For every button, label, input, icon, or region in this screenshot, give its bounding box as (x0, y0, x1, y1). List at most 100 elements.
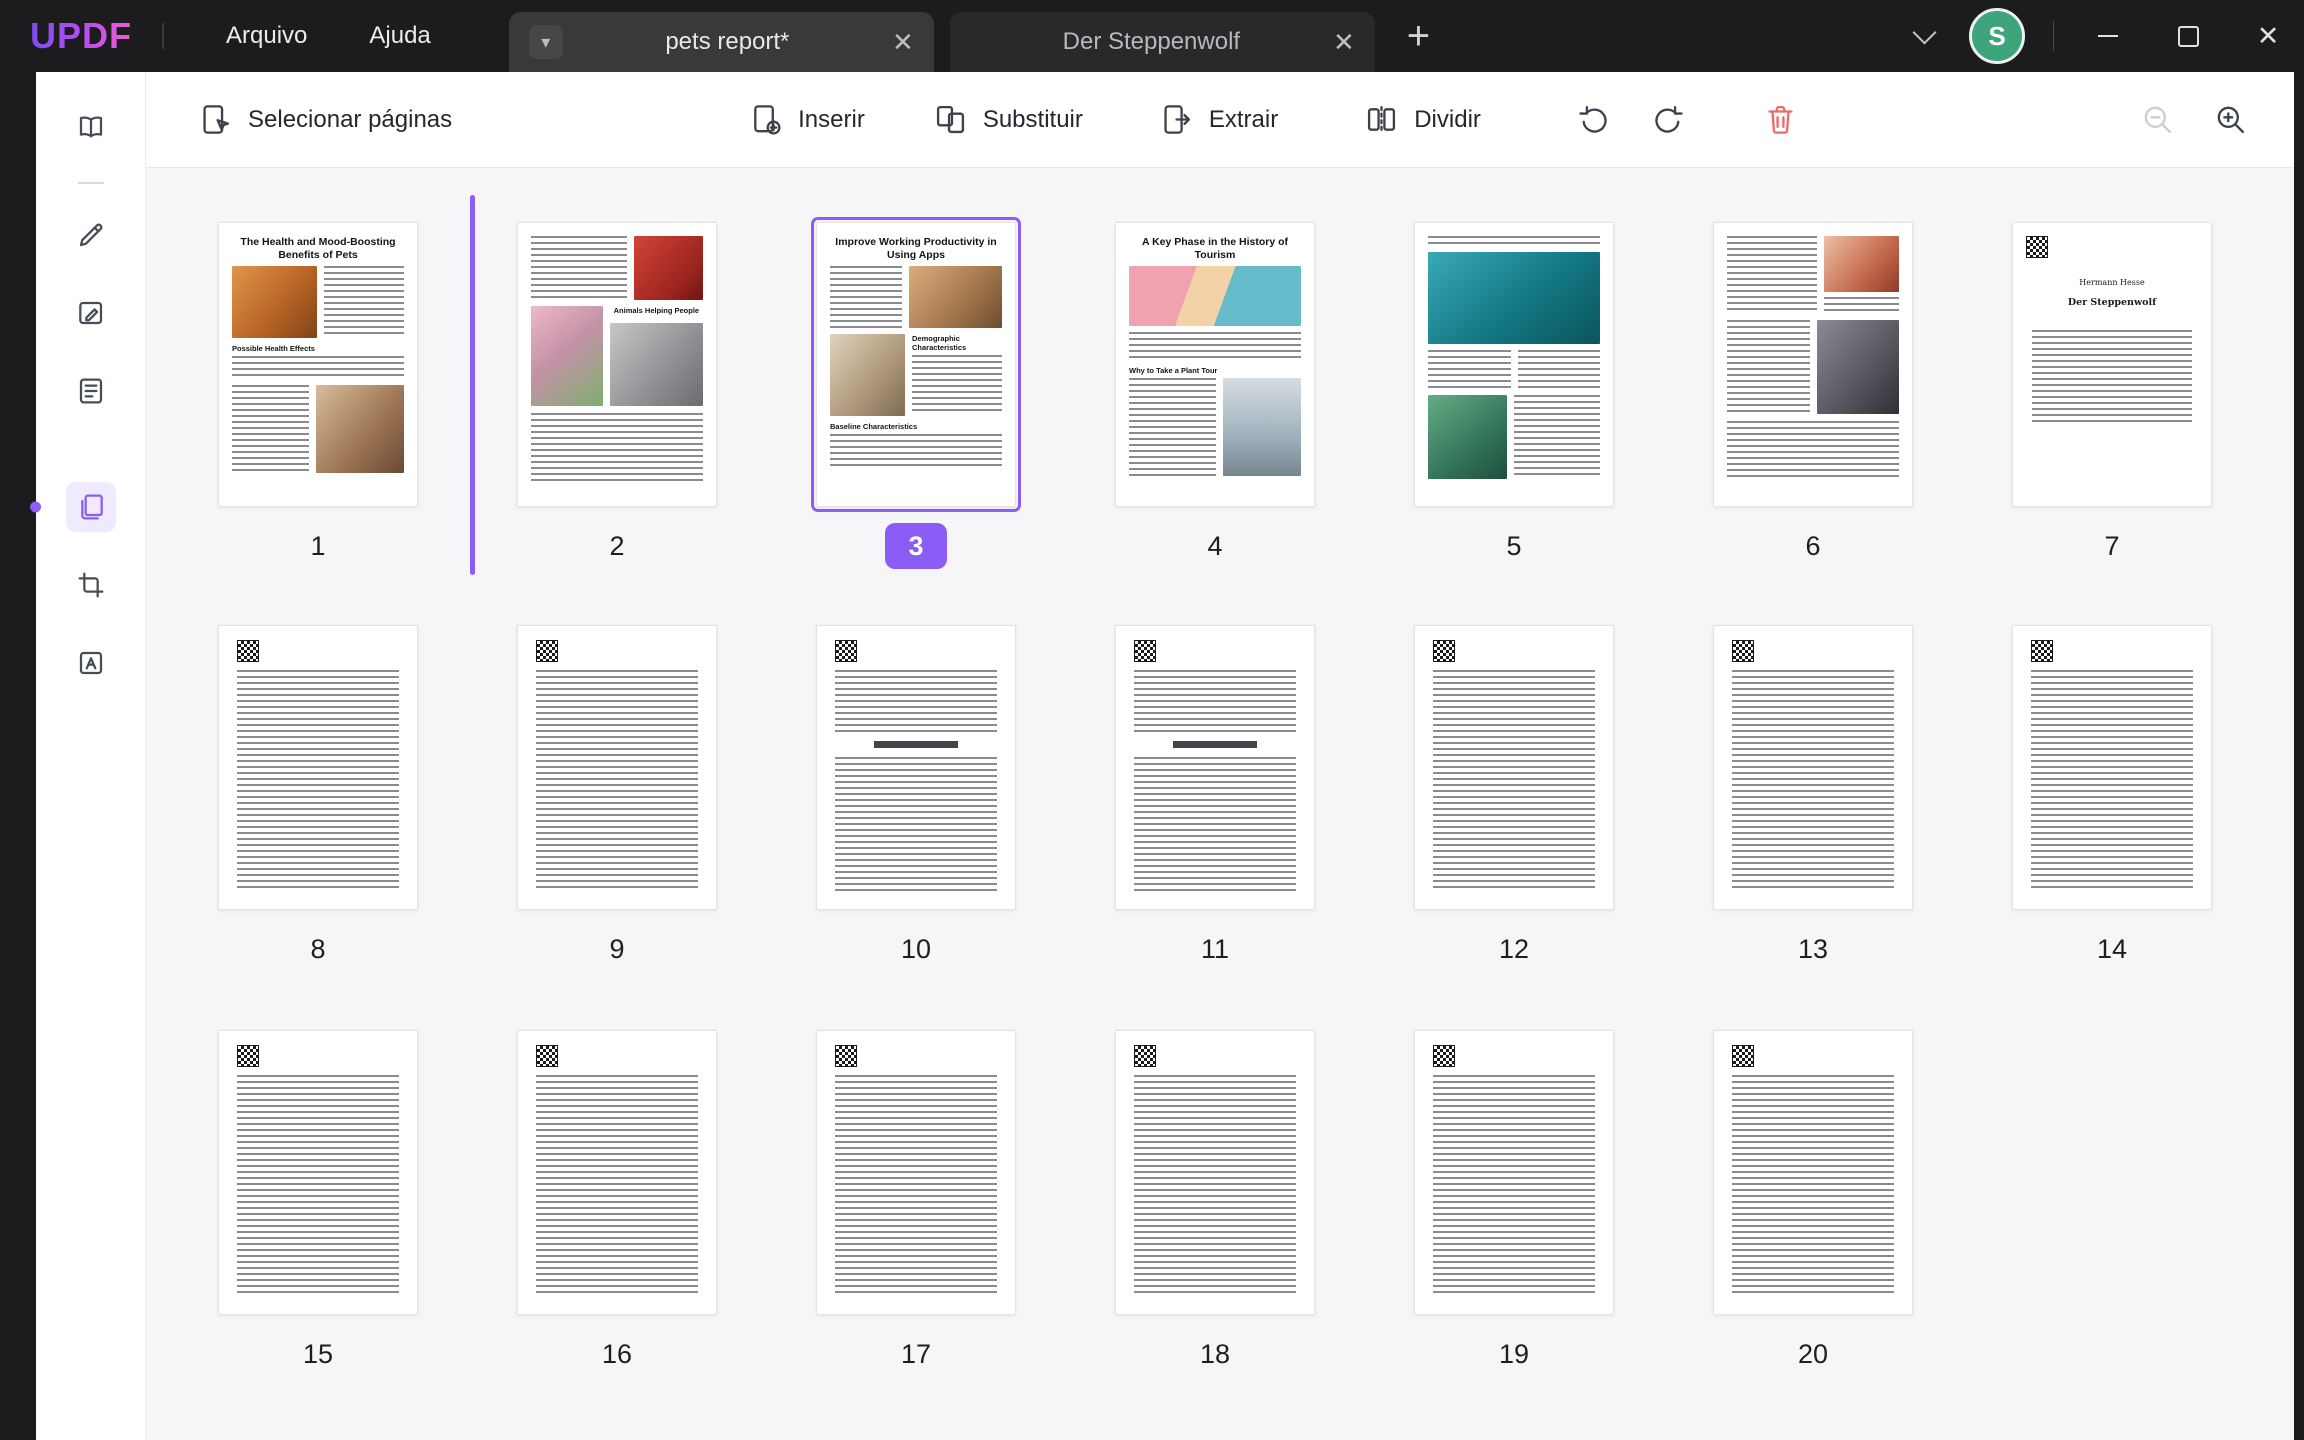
maximize-button[interactable] (2162, 10, 2214, 62)
page-thumbnail[interactable] (1414, 222, 1614, 507)
page-thumbnail[interactable] (2012, 625, 2212, 910)
delete-pages-button[interactable] (1763, 102, 1798, 137)
tab-label: Der Steppenwolf (1062, 28, 1241, 55)
zoom-out-button[interactable] (2140, 102, 2175, 137)
page-thumbnail[interactable] (218, 625, 418, 910)
thumb-text-lines (1428, 350, 1511, 390)
page-cell-18: 18 (1115, 1030, 1315, 1377)
tab-close-icon[interactable]: ✕ (892, 29, 914, 55)
split-label: Dividir (1414, 105, 1481, 133)
zoom-in-button[interactable] (2213, 102, 2248, 137)
sidebar-item-form[interactable] (66, 366, 116, 416)
page-cell-10: 10 (816, 625, 1016, 972)
page-number: 3 (885, 523, 947, 569)
extract-label: Extrair (1208, 105, 1279, 133)
insert-button[interactable]: Inserir (748, 102, 865, 137)
rotate-right-button[interactable] (1650, 102, 1685, 137)
thumb-image (1428, 395, 1507, 479)
sidebar-item-reader[interactable] (66, 102, 116, 152)
sidebar-item-ocr[interactable] (66, 638, 116, 688)
qr-code (1134, 640, 1156, 662)
page-thumbnail[interactable] (218, 1030, 418, 1315)
page-cell-17: 17 (816, 1030, 1016, 1377)
tab-der-steppenwolf[interactable]: Der Steppenwolf ✕ (949, 12, 1375, 72)
page-thumbnail[interactable] (1713, 1030, 1913, 1315)
thumb-text-lines (830, 433, 1002, 466)
page-thumbnail[interactable] (816, 625, 1016, 910)
page-thumbnail[interactable] (1115, 1030, 1315, 1315)
user-avatar[interactable]: S (1969, 8, 2025, 64)
sidebar-item-annotate[interactable] (66, 210, 116, 260)
page-number: 4 (1207, 530, 1223, 561)
page-thumbnail[interactable]: A Key Phase in the History of Tourism Wh… (1115, 222, 1315, 507)
page-thumbnail[interactable] (1414, 625, 1614, 910)
thumb-text-lines (1428, 236, 1600, 248)
replace-page-icon (936, 105, 964, 134)
sidebar-item-crop[interactable] (66, 560, 116, 610)
page-thumbnail[interactable]: Animals Helping People (517, 222, 717, 507)
page-thumbnail[interactable] (1115, 625, 1315, 910)
tab-pets-report[interactable]: ▾ pets report* ✕ (508, 12, 934, 72)
page-thumbnail[interactable] (1713, 625, 1913, 910)
page-number: 1 (310, 530, 326, 561)
select-pages-label: Selecionar páginas (248, 105, 453, 133)
menu-ajuda[interactable]: Ajuda (369, 22, 430, 50)
maximize-icon (2177, 25, 2199, 47)
tab-label: pets report* (665, 28, 790, 55)
thumb-subhead: Animals Helping People (613, 306, 700, 315)
page-thumbnail[interactable]: Improve Working Productivity in Using Ap… (811, 217, 1021, 512)
zoom-out-icon (2144, 106, 2172, 134)
qr-code (1134, 1045, 1156, 1067)
tab-close-icon[interactable]: ✕ (1333, 29, 1355, 55)
qr-code (1433, 1045, 1455, 1067)
thumb-text-lines (835, 1075, 997, 1293)
titlebar: UPDF Arquivo Ajuda ▾ pets report* ✕ Der … (0, 0, 2304, 72)
sidebar-item-edit[interactable] (66, 288, 116, 338)
page-thumbnail[interactable] (1713, 222, 1913, 507)
thumb-text-lines (1517, 350, 1600, 390)
thumb-text-lines (531, 236, 628, 300)
replace-label: Substituir (982, 105, 1083, 133)
new-tab-button[interactable]: + (1407, 16, 1430, 56)
page-number: 5 (1506, 530, 1522, 561)
thumb-image (1824, 236, 1899, 292)
close-button[interactable]: ✕ (2242, 10, 2294, 62)
page-thumbnail[interactable]: Hermann Hesse Der Steppenwolf (2012, 222, 2212, 507)
extract-button[interactable]: Extrair (1159, 102, 1278, 137)
replace-button[interactable]: Substituir (933, 102, 1083, 137)
rotate-left-icon (1579, 105, 1607, 133)
thumb-subhead: Demographic Characteristics (912, 333, 967, 352)
page-thumbnail[interactable] (517, 625, 717, 910)
thumb-text-lines (912, 354, 1002, 415)
reader-icon (79, 116, 102, 138)
page-cell-7: Hermann Hesse Der Steppenwolf 7 (2012, 222, 2212, 569)
chevron-down-icon[interactable] (1912, 19, 1937, 45)
page-cell-19: 19 (1414, 1030, 1614, 1377)
page-cell-14: 14 (2012, 625, 2212, 972)
thumb-text-lines (1129, 377, 1216, 476)
page-thumbnail[interactable] (517, 1030, 717, 1315)
page-thumbnail[interactable] (816, 1030, 1016, 1315)
page-thumbnail[interactable] (1414, 1030, 1614, 1315)
sidebar-item-organize-pages[interactable] (65, 482, 116, 532)
thumbnail-row: 8 9 10 11 12 13 14 (218, 625, 2212, 972)
page-number: 6 (1805, 530, 1821, 561)
organize-toolbar: Selecionar páginas Inserir Substituir Ex… (146, 72, 2294, 168)
thumb-text-lines (1727, 421, 1899, 477)
thumb-image (609, 323, 703, 406)
thumb-text-lines (232, 384, 309, 473)
page-cell-20: 20 (1713, 1030, 1913, 1377)
menu-arquivo[interactable]: Arquivo (226, 22, 307, 50)
split-button[interactable]: Dividir (1364, 102, 1481, 137)
page-number: 15 (302, 1338, 334, 1369)
minimize-button[interactable] (2082, 10, 2134, 62)
rotate-left-button[interactable] (1577, 102, 1612, 137)
page-thumbnail[interactable]: The Health and Mood-Boosting Benefits of… (218, 222, 418, 507)
thumb-image (1222, 377, 1301, 476)
thumb-text-lines (835, 670, 997, 732)
thumb-text-lines (536, 1075, 698, 1293)
tab-dropdown-icon[interactable]: ▾ (528, 25, 563, 59)
thumb-text-lines (1134, 1075, 1296, 1293)
select-pages-button[interactable]: Selecionar páginas (198, 102, 452, 137)
minimize-icon (2098, 35, 2118, 37)
